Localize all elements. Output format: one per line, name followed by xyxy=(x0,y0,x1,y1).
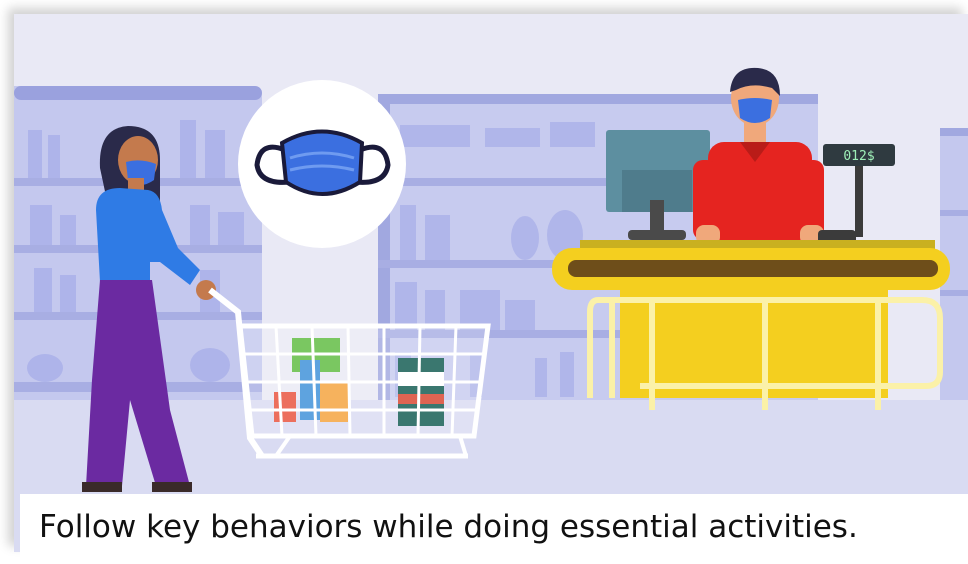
register-display: 012$ xyxy=(843,149,874,164)
face-mask-icon xyxy=(238,80,406,248)
caption-box: Follow key behaviors while doing essenti… xyxy=(20,494,968,564)
grocery-store-scene: 012$ xyxy=(14,14,968,552)
illustration-frame: 012$ xyxy=(14,14,968,552)
caption-text: Follow key behaviors while doing essenti… xyxy=(39,509,858,545)
